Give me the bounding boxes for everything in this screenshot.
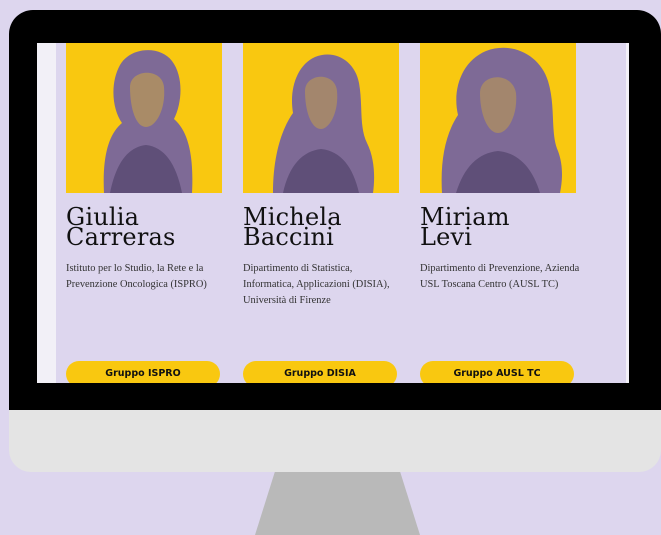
portrait-photo xyxy=(66,43,222,193)
person-name: Giulia Carreras xyxy=(66,203,176,251)
portrait-photo xyxy=(420,43,576,193)
group-ispro-button[interactable]: Gruppo ISPRO xyxy=(66,361,220,383)
person-card: Michela Baccini Dipartimento di Statisti… xyxy=(243,43,403,309)
person-affiliation: Dipartimento di Prevenzione, Azienda USL… xyxy=(420,263,580,290)
team-section: Giulia Carreras Istituto per lo Studio, … xyxy=(56,43,626,383)
person-card: Miriam Levi Dipartimento di Prevenzione,… xyxy=(420,43,580,293)
group-ausl-tc-button[interactable]: Gruppo AUSL TC xyxy=(420,361,574,383)
person-name: Michela Baccini xyxy=(243,203,342,251)
person-card: Giulia Carreras Istituto per lo Studio, … xyxy=(66,43,226,293)
monitor-screen: Giulia Carreras Istituto per lo Studio, … xyxy=(37,43,629,383)
portrait-photo xyxy=(243,43,399,193)
monitor-chin xyxy=(9,410,661,472)
person-affiliation: Istituto per lo Studio, la Rete e la Pre… xyxy=(66,263,207,290)
person-name: Miriam Levi xyxy=(420,203,510,251)
group-disia-button[interactable]: Gruppo DISIA xyxy=(243,361,397,383)
monitor-stand xyxy=(255,472,420,535)
person-affiliation: Dipartimento di Statistica, Informatica,… xyxy=(243,263,390,306)
